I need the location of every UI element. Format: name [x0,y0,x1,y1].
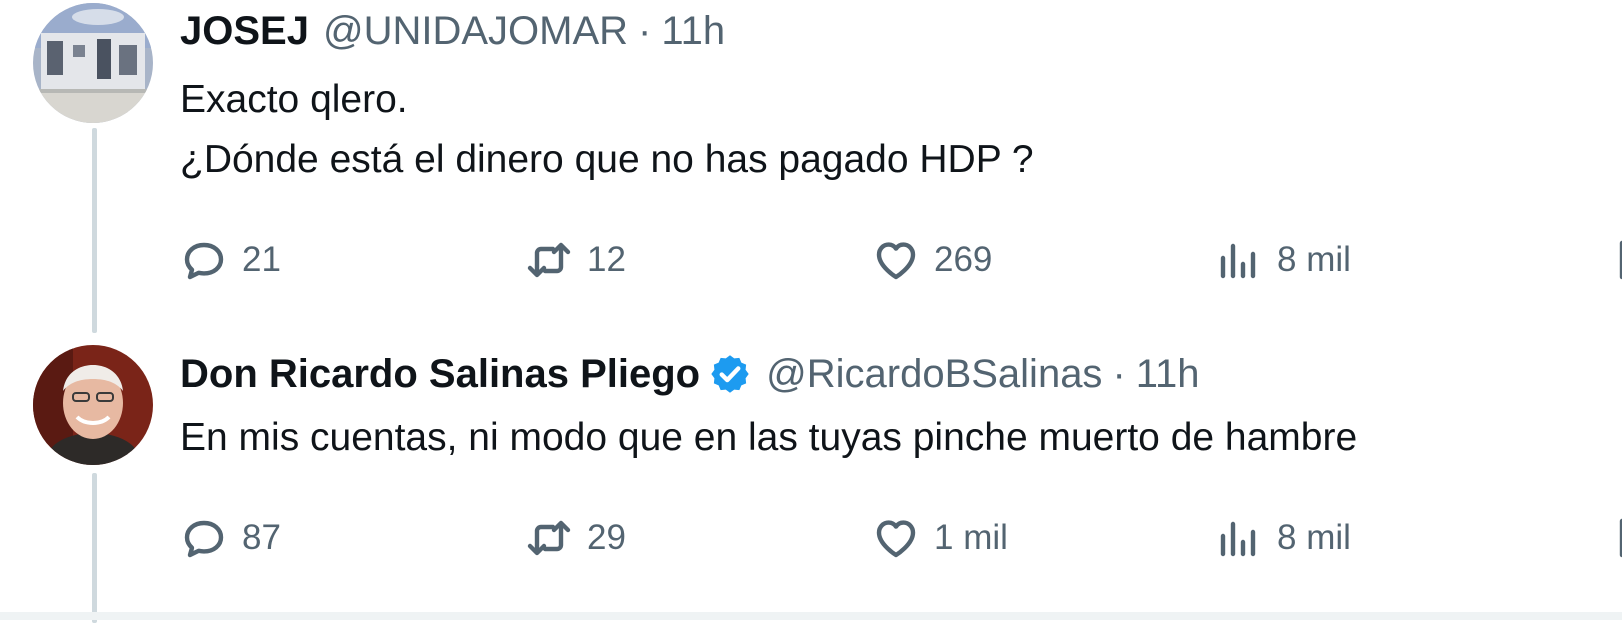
bookmark-icon [1619,518,1622,558]
heart-icon [876,520,916,558]
retweet-icon [527,520,571,556]
views-bar-chart-icon [1220,521,1256,557]
reply-count: 21 [242,240,281,279]
avatar[interactable] [33,3,153,123]
reply-icon [184,242,224,280]
tweet-text: En mis cuentas, ni modo que en las tuyas… [180,408,1357,468]
tweet-text: Exacto qlero. ¿Dónde está el dinero que … [180,70,1034,190]
separator-dot: · [1112,351,1126,396]
author-handle[interactable]: @RicardoBSalinas [766,352,1102,397]
tweet-header: Don Ricardo Salinas Pliego @RicardoBSali… [180,349,1200,399]
views-button[interactable]: 8 mil [1215,510,1351,566]
reply-button[interactable]: 21 [180,232,281,288]
avatar[interactable] [33,345,153,465]
like-count: 269 [934,240,993,279]
bookmark-button[interactable] [1610,510,1622,566]
tweet-josej[interactable]: JOSEJ @UNIDAJOMAR · 11h Exacto qlero. ¿D… [0,0,1622,333]
retweet-button[interactable]: 29 [525,510,626,566]
tweet-timestamp[interactable]: 11h [661,9,725,54]
tweet-actions: 21 12 269 8 mil [180,232,1622,288]
views-count: 8 mil [1277,240,1351,279]
reply-count: 87 [242,518,281,557]
author-name[interactable]: Don Ricardo Salinas Pliego [180,352,700,397]
divider [0,612,1622,620]
person-photo-avatar-icon [33,345,153,465]
tweet-ricardo-salinas[interactable]: Don Ricardo Salinas Pliego @RicardoBSali… [0,345,1622,623]
retweet-count: 12 [587,240,626,279]
thread-connector-line [92,473,97,623]
like-count: 1 mil [934,518,1008,557]
verified-badge-icon[interactable] [708,352,752,396]
views-button[interactable]: 8 mil [1215,232,1351,288]
retweet-count: 29 [587,518,626,557]
thread-connector-line [92,128,97,333]
reply-button[interactable]: 87 [180,510,281,566]
tweet-text-line: Exacto qlero. [180,78,408,121]
views-count: 8 mil [1277,518,1351,557]
tweet-header: JOSEJ @UNIDAJOMAR · 11h [180,6,725,56]
bookmark-icon [1619,240,1622,280]
tweet-text-line: En mis cuentas, ni modo que en las tuyas… [180,416,1358,459]
author-handle[interactable]: @UNIDAJOMAR [323,9,628,54]
tweet-text-line: ¿Dónde está el dinero que no has pagado … [180,138,1034,181]
separator-dot: · [638,8,652,53]
tweet-timestamp[interactable]: 11h [1136,352,1200,397]
retweet-button[interactable]: 12 [525,232,626,288]
retweet-icon [527,242,571,278]
author-name[interactable]: JOSEJ [180,9,309,54]
views-bar-chart-icon [1220,243,1256,279]
like-button[interactable]: 269 [872,232,992,288]
tweet-actions: 87 29 1 mil 8 mil [180,510,1622,566]
like-button[interactable]: 1 mil [872,510,1008,566]
bookmark-button[interactable] [1610,232,1622,288]
building-photo-avatar-icon [33,3,153,123]
heart-icon [876,242,916,280]
reply-icon [184,520,224,558]
